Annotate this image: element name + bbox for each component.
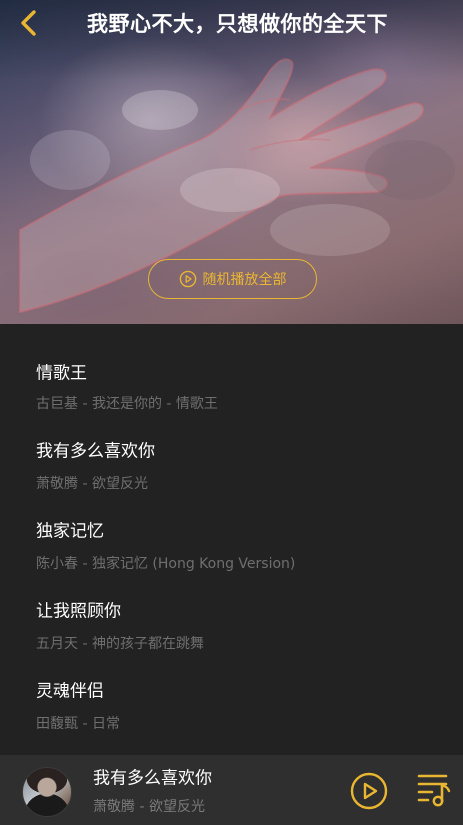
- shuffle-play-all-label: 随机播放全部: [202, 272, 287, 288]
- song-artist-album: 田馥甄 - 日常: [36, 716, 120, 732]
- play-circle-icon: [350, 772, 388, 810]
- song-list: 情歌王 古巨基 - 我还是你的 - 情歌王 我有多么喜欢你 萧敬腾 - 欲望反光…: [0, 324, 463, 755]
- play-circle-icon: [179, 270, 196, 288]
- song-artist-album: 萧敬腾 - 欲望反光: [36, 476, 148, 492]
- mini-player[interactable]: 我有多么喜欢你 萧敬腾 - 欲望反光: [0, 755, 463, 825]
- play-button[interactable]: [350, 772, 388, 810]
- song-title: 灵魂伴侣: [36, 681, 104, 702]
- album-cover-thumbnail[interactable]: [22, 767, 72, 817]
- page-title: 我野心不大，只想做你的全天下: [87, 12, 388, 36]
- now-playing-title: 我有多么喜欢你: [93, 768, 212, 789]
- song-item[interactable]: 独家记忆 陈小春 - 独家记忆 (Hong Kong Version): [0, 494, 463, 574]
- app-root: 我野心不大，只想做你的全天下 随机播放全部 情歌王 古巨基 - 我还是你的 - …: [0, 0, 463, 825]
- shuffle-play-all-button[interactable]: 随机播放全部: [148, 259, 317, 299]
- playlist-cover: 我野心不大，只想做你的全天下 随机播放全部: [0, 0, 463, 324]
- playlist-music-icon: [417, 774, 451, 807]
- playlist-button[interactable]: [416, 771, 452, 809]
- song-title: 情歌王: [36, 363, 87, 384]
- song-item[interactable]: 我有多么喜欢你 萧敬腾 - 欲望反光: [0, 414, 463, 494]
- song-artist-album: 古巨基 - 我还是你的 - 情歌王: [36, 396, 218, 412]
- song-artist-album: 五月天 - 神的孩子都在跳舞: [36, 636, 204, 652]
- now-playing-artist: 萧敬腾 - 欲望反光: [93, 799, 205, 815]
- song-item[interactable]: 情歌王 古巨基 - 我还是你的 - 情歌王: [0, 324, 463, 414]
- song-title: 独家记忆: [36, 521, 104, 542]
- song-item[interactable]: 灵魂伴侣 田馥甄 - 日常: [0, 654, 463, 734]
- song-item[interactable]: 让我照顾你 五月天 - 神的孩子都在跳舞: [0, 574, 463, 654]
- song-artist-album: 陈小春 - 独家记忆 (Hong Kong Version): [36, 556, 296, 572]
- song-title: 让我照顾你: [36, 601, 121, 622]
- song-title: 我有多么喜欢你: [36, 441, 155, 462]
